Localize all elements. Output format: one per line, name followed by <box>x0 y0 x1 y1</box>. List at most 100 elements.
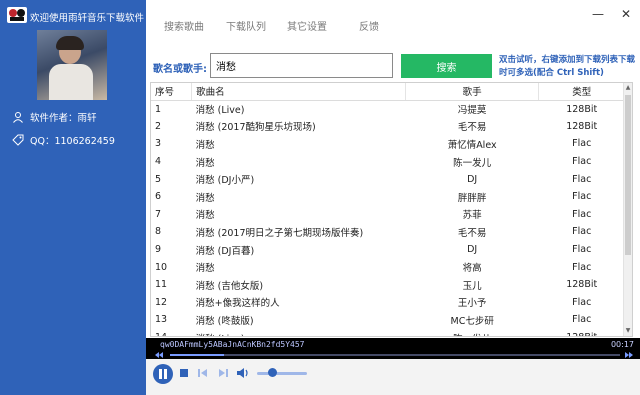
column-header-song[interactable]: 歌曲名 <box>191 83 406 101</box>
cell-artist: 陈一发儿 <box>453 157 492 169</box>
column-header-index[interactable]: 序号 <box>151 83 193 101</box>
qq-info: QQ：1106262459 <box>12 133 115 147</box>
volume-slider[interactable] <box>257 372 307 375</box>
progress-track[interactable] <box>170 354 620 356</box>
cell-song: 消愁 (DJ小严) <box>195 175 255 187</box>
cell-song: 消愁 (Live) <box>192 329 406 336</box>
cell-index: 2 <box>155 120 162 132</box>
table-row[interactable]: 12 消愁+像我这样的人 王小予 Flac <box>151 294 625 312</box>
tag-icon <box>12 134 24 146</box>
table-row[interactable]: 8 消愁 (2017明日之子第七期现场版伴奏) 毛不易 Flac <box>151 223 625 241</box>
progress-fill <box>170 354 224 356</box>
cell-type: 128Bit <box>566 279 598 291</box>
cell-song: 消愁 <box>195 139 215 151</box>
cell-song: 消愁 (Live) <box>195 105 245 117</box>
app-logo-icon <box>7 7 27 23</box>
cell-index: 1 <box>155 103 162 115</box>
cell-type: Flac <box>572 314 592 326</box>
now-playing-track: qw0DAFmmLy5ABaJnACnKBn2fd5Y457 <box>160 340 305 349</box>
search-button[interactable]: 搜索 <box>401 54 492 78</box>
cell-index: 8 <box>155 226 162 238</box>
table-row[interactable]: 4 消愁 陈一发儿 Flac <box>151 153 625 171</box>
app-title: 欢迎使用雨轩音乐下载软件 <box>30 13 145 24</box>
scroll-up-icon[interactable]: ▲ <box>624 83 632 93</box>
user-icon <box>13 112 23 123</box>
stop-icon[interactable] <box>179 368 189 378</box>
cell-artist: DJ <box>467 173 478 185</box>
table-row[interactable]: 13 消愁 (咚鼓版) MC七步研 Flac <box>151 311 625 329</box>
author-label: 软件作者：雨轩 <box>30 113 97 124</box>
tab-feedback[interactable]: 反馈 <box>359 18 379 33</box>
table-row[interactable]: 5 消愁 (DJ小严) DJ Flac <box>151 170 625 188</box>
volume-icon[interactable] <box>236 367 249 379</box>
scroll-thumb[interactable] <box>625 95 631 255</box>
cell-type: Flac <box>572 156 592 168</box>
table-scrollbar[interactable]: ▲ ▼ <box>623 83 632 336</box>
cell-song: 消愁 (2017酷狗星乐坊现场) <box>195 122 316 134</box>
column-header-artist[interactable]: 歌手 <box>405 83 540 101</box>
cell-index: 6 <box>155 191 162 203</box>
cell-artist: 毛不易 <box>457 122 487 134</box>
cell-index: 11 <box>155 279 168 291</box>
tab-download-queue[interactable]: 下载队列 <box>226 18 266 33</box>
tab-other-settings[interactable]: 其它设置 <box>287 18 327 33</box>
minimize-button[interactable]: — <box>592 7 604 21</box>
tab-search[interactable]: 搜索歌曲 <box>164 18 204 33</box>
close-button[interactable]: ✕ <box>621 7 631 21</box>
cell-song: 消愁 (DJ百暮) <box>195 245 255 257</box>
cell-index: 10 <box>155 261 168 273</box>
table-row[interactable]: 2 消愁 (2017酷狗星乐坊现场) 毛不易 128Bit <box>151 118 625 136</box>
cell-type: Flac <box>572 226 592 238</box>
search-input[interactable] <box>210 53 393 78</box>
previous-icon[interactable] <box>198 368 208 378</box>
cell-artist: MC七步研 <box>450 315 494 327</box>
next-icon[interactable] <box>218 368 228 378</box>
search-label: 歌名或歌手: <box>153 64 207 75</box>
cell-artist: DJ <box>467 244 478 256</box>
cell-artist: 毛不易 <box>457 227 487 239</box>
results-table: 序号 歌曲名 歌手 类型 1 消愁 (Live) 冯提莫 128Bit 2 消愁 (201… <box>150 82 633 337</box>
author-info: 软件作者：雨轩 <box>12 110 97 124</box>
cell-song: 消愁 <box>195 157 215 169</box>
column-header-type[interactable]: 类型 <box>538 83 625 101</box>
progress-bar[interactable] <box>146 351 640 359</box>
cell-song: 消愁 (2017明日之子第七期现场版伴奏) <box>195 227 364 239</box>
cell-type: Flac <box>572 138 592 150</box>
sidebar: 欢迎使用雨轩音乐下载软件 软件作者：雨轩 QQ：1106262459 <box>0 0 146 395</box>
cell-type: Flac <box>572 173 592 185</box>
qq-label: QQ：1106262459 <box>30 136 115 147</box>
rewind-icon[interactable] <box>154 351 164 359</box>
cell-type: Flac <box>572 244 592 256</box>
cell-index: 3 <box>155 138 162 150</box>
cell-song: 消愁 (咚鼓版) <box>195 315 254 327</box>
table-row[interactable]: 3 消愁 萧忆情Alex Flac <box>151 135 625 153</box>
cell-song: 消愁 (吉他女版) <box>195 280 264 292</box>
cell-song: 消愁 <box>195 263 215 275</box>
table-row[interactable]: 11 消愁 (吉他女版) 玉儿 128Bit <box>151 276 625 294</box>
cell-type: Flac <box>572 208 592 220</box>
cell-type: Flac <box>572 191 592 203</box>
table-row[interactable]: 7 消愁 苏菲 Flac <box>151 206 625 224</box>
tab-bar: 搜索歌曲 下载队列 其它设置 反馈 — ✕ <box>146 0 640 48</box>
cell-type: Flac <box>572 261 592 273</box>
table-header-row: 序号 歌曲名 歌手 类型 <box>151 83 625 101</box>
fast-forward-icon[interactable] <box>624 351 634 359</box>
scroll-down-icon[interactable]: ▼ <box>624 326 632 336</box>
table-row[interactable]: 1 消愁 (Live) 冯提莫 128Bit <box>151 100 625 118</box>
cell-index: 9 <box>155 244 162 256</box>
pause-button[interactable] <box>152 363 174 385</box>
avatar <box>37 30 107 100</box>
table-row[interactable]: 10 消愁 将高 Flac <box>151 258 625 276</box>
table-row[interactable]: 9 消愁 (DJ百暮) DJ Flac <box>151 241 625 259</box>
cell-artist: 陈一发儿 <box>405 329 539 336</box>
cell-song: 消愁+像我这样的人 <box>195 298 280 310</box>
cell-index: 12 <box>155 296 168 308</box>
cell-type: Flac <box>572 296 592 308</box>
usage-hint: 双击试听，右键添加到下载列表下载时可多选(配合 Ctrl Shift) <box>499 55 636 78</box>
cell-index: 14 <box>151 329 192 336</box>
volume-knob[interactable] <box>268 368 277 377</box>
table-row[interactable]: 6 消愁 胖胖胖 Flac <box>151 188 625 206</box>
cell-type: 128Bit <box>566 120 598 132</box>
table-row[interactable]: 14消愁 (Live)陈一发儿128Bit <box>151 329 625 336</box>
cell-artist: 萧忆情Alex <box>447 139 497 151</box>
